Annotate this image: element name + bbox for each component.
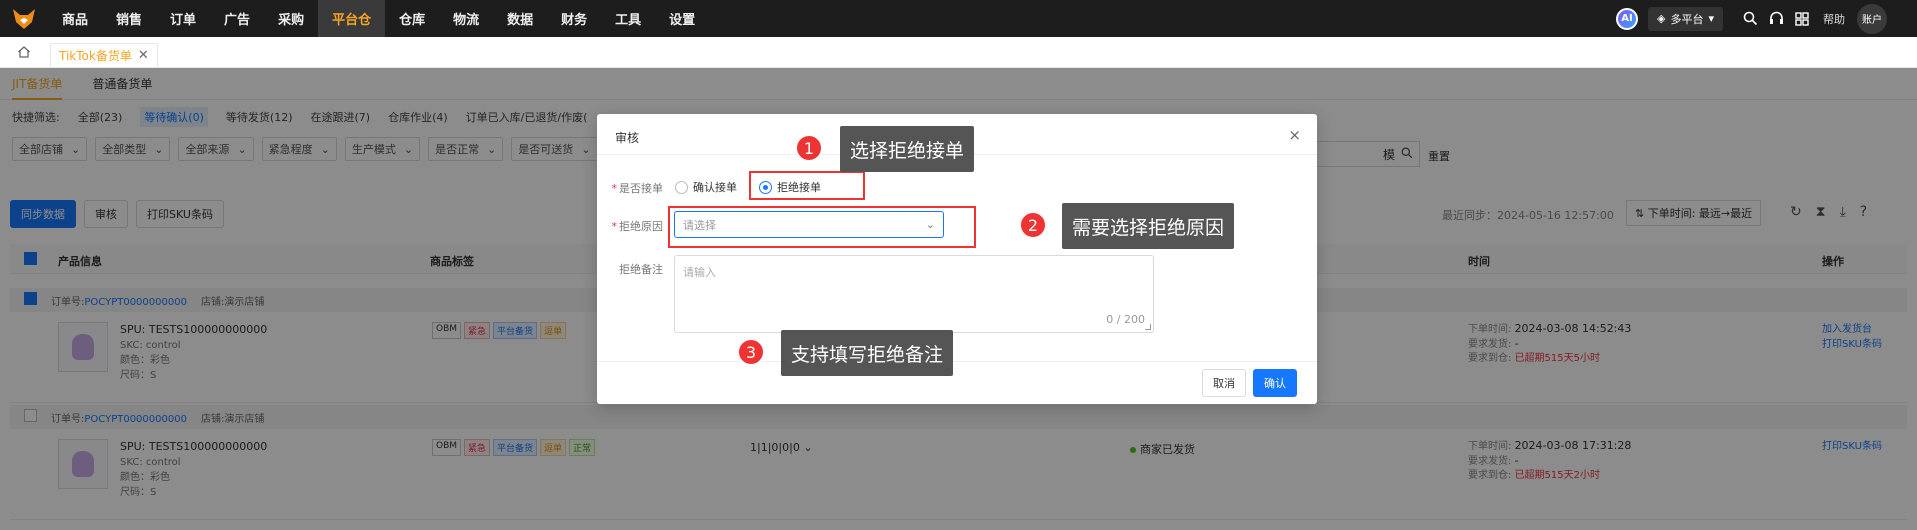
highlight-reject-option [749, 171, 865, 200]
divider [597, 361, 1317, 362]
step-badge-3: 3 [737, 338, 765, 366]
reason-field-label: * 拒绝原因 [611, 220, 664, 233]
nav-item-sales[interactable]: 销售 [102, 0, 156, 37]
nav-item-products[interactable]: 商品 [48, 0, 102, 37]
nav-item-finance[interactable]: 财务 [547, 0, 601, 37]
callout-1: 选择拒绝接单 [840, 126, 975, 172]
search-icon[interactable] [1737, 0, 1763, 37]
remark-field-label: 拒绝备注 [619, 263, 663, 276]
remark-placeholder: 请输入 [683, 266, 716, 279]
radio-accept-order[interactable]: 确认接单 [675, 179, 737, 195]
resize-handle-icon[interactable] [1145, 324, 1151, 330]
highlight-reject-reason [668, 206, 976, 248]
account-avatar[interactable]: 账户 [1857, 3, 1887, 34]
reject-remark-textarea[interactable]: 请输入 0 / 200 [674, 255, 1154, 333]
dialog-title: 审核 [615, 131, 640, 145]
radio-accept-label: 确认接单 [693, 181, 737, 194]
cancel-button[interactable]: 取消 [1202, 369, 1246, 397]
ai-icon[interactable]: AI [1616, 7, 1638, 30]
nav-item-settings[interactable]: 设置 [655, 0, 709, 37]
nav-item-logistics[interactable]: 物流 [439, 0, 493, 37]
char-counter: 0 / 200 [1106, 313, 1145, 326]
page-tab-bar: TikTok备货单 ✕ [0, 37, 1917, 68]
radio-circle [675, 180, 688, 194]
home-icon[interactable] [0, 36, 48, 67]
nav-item-platform-warehouse[interactable]: 平台仓 [318, 0, 386, 37]
confirm-button[interactable]: 确认 [1253, 369, 1297, 397]
step-badge-2: 2 [1019, 211, 1047, 239]
step-badge-1: 1 [795, 134, 823, 162]
callout-3: 支持填写拒绝备注 [781, 330, 954, 376]
layers-icon: ◈ [1657, 12, 1666, 25]
nav-item-warehouse[interactable]: 仓库 [385, 0, 439, 37]
nav-right-area: AI ◈ 多平台 ▾ 帮助 账户 [1616, 0, 1917, 37]
caret-down-icon: ▾ [1708, 12, 1714, 25]
close-icon[interactable]: × [1288, 126, 1301, 144]
help-link[interactable]: 帮助 [1823, 11, 1845, 27]
tab-label: TikTok备货单 [59, 49, 132, 63]
nav-item-tools[interactable]: 工具 [601, 0, 655, 37]
nav-item-data[interactable]: 数据 [493, 0, 547, 37]
nav-item-purchase[interactable]: 采购 [264, 0, 318, 37]
headset-icon[interactable] [1763, 0, 1789, 37]
apps-grid-icon[interactable] [1789, 0, 1815, 37]
platform-label: 多平台 [1670, 12, 1704, 26]
tab-tiktok-stock-order[interactable]: TikTok备货单 ✕ [50, 43, 158, 67]
close-icon[interactable]: ✕ [138, 48, 149, 63]
accept-field-label-text: 是否接单 [619, 182, 663, 195]
reason-field-label-text: 拒绝原因 [619, 220, 663, 233]
top-nav: 商品 销售 订单 广告 采购 平台仓 仓库 物流 数据 财务 工具 设置 AI … [0, 0, 1917, 37]
fox-logo-icon[interactable] [0, 0, 48, 37]
nav-item-orders[interactable]: 订单 [156, 0, 210, 37]
callout-2: 需要选择拒绝原因 [1062, 203, 1235, 249]
platform-switch-button[interactable]: ◈ 多平台 ▾ [1648, 6, 1723, 31]
accept-field-label: * 是否接单 [611, 182, 664, 195]
nav-item-ads[interactable]: 广告 [210, 0, 264, 37]
